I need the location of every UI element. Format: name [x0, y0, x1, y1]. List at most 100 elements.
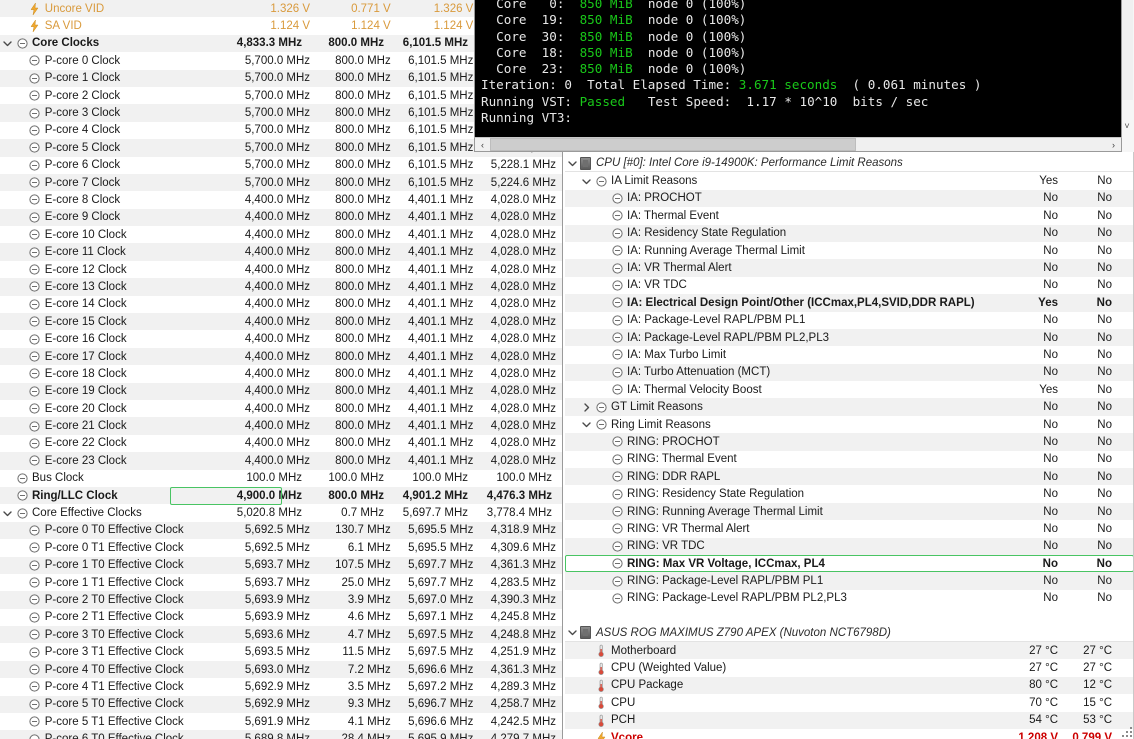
value-maximum: 4,401.1 MHz	[408, 367, 474, 380]
table-row[interactable]: RING: DDR RAPL No No	[565, 468, 1134, 486]
row-label: E-core 10 Clock	[44, 228, 127, 241]
scroll-right-arrow[interactable]: ›	[1106, 138, 1121, 151]
tree-twisty[interactable]	[579, 177, 594, 186]
table-row[interactable]: CPU 70 °C 15 °C	[565, 694, 1134, 712]
table-row[interactable]: IA: Electrical Design Point/Other (ICCma…	[565, 294, 1134, 312]
table-row[interactable]: E-core 19 Clock 4,400.0 MHz 800.0 MHz 4,401…	[0, 382, 562, 400]
table-row[interactable]: Vcore 1.208 V 0.799 V	[565, 728, 1134, 739]
table-row[interactable]: IA: Package-Level RAPL/PBM PL1 No No	[565, 311, 1134, 329]
table-row[interactable]: E-core 18 Clock 4,400.0 MHz 800.0 MHz 4,401…	[0, 365, 562, 383]
table-row[interactable]: E-core 20 Clock 4,400.0 MHz 800.0 MHz 4,401…	[0, 399, 562, 418]
table-row[interactable]: IA: Package-Level RAPL/PBM PL2,PL3 No No	[565, 328, 1134, 347]
table-row[interactable]: IA: Max Turbo Limit No No	[565, 346, 1134, 364]
table-row[interactable]: E-core 17 Clock 4,400.0 MHz 800.0 MHz 4,401…	[0, 347, 562, 366]
table-row[interactable]: P-core 2 T0 Effective Clock 5,693.9 MHz 3.…	[0, 591, 562, 609]
table-row[interactable]: RING: VR TDC No No	[565, 537, 1134, 555]
table-row[interactable]: P-core 4 T1 Effective Clock 5,692.9 MHz 3.…	[0, 678, 562, 696]
table-row[interactable]: Bus Clock 100.0 MHz 100.0 MHz 100.0 MHz 100.…	[0, 469, 562, 487]
table-row[interactable]: E-core 12 Clock 4,400.0 MHz 800.0 MHz 4,401…	[0, 260, 562, 279]
table-row[interactable]: CPU Package 80 °C 12 °C	[565, 676, 1134, 695]
console-scroll-thumb[interactable]	[490, 138, 856, 151]
table-row[interactable]: IA Limit Reasons Yes No	[565, 172, 1134, 190]
collapse-circle-icon	[611, 541, 623, 552]
table-row[interactable]: GT Limit Reasons No No	[565, 398, 1134, 416]
value-minimum: 130.7 MHz	[335, 524, 391, 537]
table-row[interactable]: Motherboard 27 °C 27 °C	[565, 641, 1134, 660]
table-row[interactable]: P-core 7 Clock 5,700.0 MHz 800.0 MHz 6,101.…	[0, 173, 562, 192]
table-row[interactable]: E-core 22 Clock 4,400.0 MHz 800.0 MHz 4,401…	[0, 434, 562, 453]
table-row[interactable]: E-core 15 Clock 4,400.0 MHz 800.0 MHz 4,401…	[0, 313, 562, 331]
table-row[interactable]: PCH 54 °C 53 °C	[565, 711, 1134, 729]
panel-divider[interactable]	[562, 150, 563, 739]
table-row[interactable]: IA: PROCHOT No No	[565, 189, 1134, 208]
table-row[interactable]: P-core 0 T0 Effective Clock 5,692.5 MHz 13…	[0, 521, 562, 540]
collapse-circle-icon	[611, 506, 623, 517]
table-row[interactable]: P-core 3 T0 Effective Clock 5,693.6 MHz 4.…	[0, 626, 562, 644]
table-row[interactable]: E-core 21 Clock 4,400.0 MHz 800.0 MHz 4,401…	[0, 417, 562, 435]
scroll-left-arrow[interactable]: ‹	[475, 138, 490, 151]
table-row[interactable]: P-core 6 T0 Effective Clock5,689.8 MHz28…	[0, 730, 562, 739]
resize-grip-icon[interactable]	[1121, 726, 1133, 738]
table-row[interactable]: Ring/LLC Clock 4,900.0 MHz 800.0 MHz 4,901.…	[0, 486, 562, 505]
table-row[interactable]: IA: Residency State Regulation No No	[565, 224, 1134, 242]
table-row[interactable]: IA: VR Thermal Alert No No	[565, 259, 1134, 277]
table-row[interactable]: RING: Running Average Thermal Limit No No	[565, 502, 1134, 521]
table-row[interactable]: P-core 2 T1 Effective Clock 5,693.9 MHz 4.…	[0, 608, 562, 627]
table-row[interactable]: IA: Thermal Event No No	[565, 207, 1134, 225]
tree-twisty[interactable]	[565, 159, 580, 168]
table-row[interactable]: RING: VR Thermal Alert No No	[565, 520, 1134, 538]
bolt-icon	[28, 2, 42, 15]
table-row[interactable]: RING: Thermal Event No No	[565, 450, 1134, 469]
value-minimum: 800.0 MHz	[335, 54, 391, 67]
value-maximum: 5,697.0 MHz	[408, 593, 474, 606]
sensor-bullet-icon	[28, 612, 42, 623]
section-header[interactable]: CPU [#0]: Intel Core i9-14900K: Performa…	[565, 155, 1134, 173]
tree-twisty[interactable]	[579, 402, 594, 412]
row-label: CPU Package	[611, 679, 684, 692]
table-row[interactable]: Ring Limit Reasons No No	[565, 415, 1134, 434]
table-row[interactable]: IA: Turbo Attenuation (MCT) No No	[565, 363, 1134, 382]
table-row[interactable]: Core Effective Clocks 5,020.8 MHz 0.7 MHz 5…	[0, 504, 562, 522]
table-row[interactable]: E-core 10 Clock 4,400.0 MHz 800.0 MHz 4,401…	[0, 226, 562, 244]
table-row[interactable]: RING: Package-Level RAPL/PBM PL1 No No	[565, 572, 1134, 590]
table-row[interactable]: CPU (Weighted Value) 27 °C 27 °C	[565, 659, 1134, 677]
table-row[interactable]: P-core 5 T0 Effective Clock 5,692.9 MHz 9.…	[0, 695, 562, 714]
section-header[interactable]: ASUS ROG MAXIMUS Z790 APEX (Nuvoton NCT6…	[565, 624, 1134, 642]
table-row[interactable]: IA: VR TDC No No	[565, 276, 1134, 295]
table-row[interactable]: RING: PROCHOT No No	[565, 433, 1134, 451]
sensor-bullet-icon	[15, 490, 29, 501]
table-row[interactable]: IA: Running Average Thermal Limit No No	[565, 241, 1134, 260]
table-row[interactable]: E-core 16 Clock 4,400.0 MHz 800.0 MHz 4,401…	[0, 330, 562, 348]
table-row[interactable]: RING: Max VR Voltage, ICCmax, PL4 No No	[565, 554, 1134, 573]
table-row[interactable]: RING: Residency State Regulation No No	[565, 485, 1134, 503]
console-scroll-track[interactable]	[490, 138, 1106, 151]
table-row[interactable]: P-core 1 T1 Effective Clock 5,693.7 MHz 25…	[0, 573, 562, 592]
memory-test-console[interactable]: Core 0: 850 MiB node 0 (100%) Core 19: 8…	[474, 0, 1122, 151]
tree-twisty[interactable]	[579, 420, 594, 429]
table-row[interactable]: E-core 23 Clock 4,400.0 MHz 800.0 MHz 4,401…	[0, 452, 562, 470]
table-row[interactable]: IA: Thermal Velocity Boost Yes No	[565, 381, 1134, 399]
tree-twisty[interactable]	[0, 509, 15, 518]
table-row[interactable]: P-core 3 T1 Effective Clock 5,693.5 MHz 11…	[0, 643, 562, 661]
table-row[interactable]: P-core 6 Clock 5,700.0 MHz 800.0 MHz 6,101.…	[0, 156, 562, 174]
tree-twisty[interactable]	[0, 39, 15, 48]
sensor-bullet-icon	[15, 38, 29, 49]
table-row[interactable]: E-core 11 Clock 4,400.0 MHz 800.0 MHz 4,401…	[0, 243, 562, 261]
tree-twisty[interactable]	[565, 628, 580, 637]
row-label: E-core 17 Clock	[44, 350, 127, 363]
table-row[interactable]: E-core 13 Clock 4,400.0 MHz 800.0 MHz 4,401…	[0, 278, 562, 296]
table-row[interactable]: E-core 8 Clock 4,400.0 MHz 800.0 MHz 4,401.…	[0, 191, 562, 209]
table-row[interactable]: P-core 0 T1 Effective Clock 5,692.5 MHz 6.…	[0, 539, 562, 557]
table-row[interactable]: P-core 4 T0 Effective Clock 5,693.0 MHz 7.…	[0, 660, 562, 679]
console-horizontal-scrollbar[interactable]: ‹ ›	[474, 137, 1122, 152]
table-row[interactable]: P-core 1 T0 Effective Clock 5,693.7 MHz 10…	[0, 556, 562, 574]
value-current: No	[1043, 522, 1058, 535]
table-row[interactable]: RING: Package-Level RAPL/PBM PL2,PL3 No No	[565, 589, 1134, 608]
sensor-tree-right[interactable]: CPU [#0]: Intel Core i9-14900K: Performa…	[565, 155, 1134, 739]
table-row[interactable]: E-core 14 Clock 4,400.0 MHz 800.0 MHz 4,401…	[0, 295, 562, 314]
collapse-circle-icon	[594, 419, 608, 430]
table-row[interactable]: P-core 5 T1 Effective Clock 5,691.9 MHz 4.…	[0, 713, 562, 731]
table-row[interactable]: E-core 9 Clock 4,400.0 MHz 800.0 MHz 4,401.…	[0, 208, 562, 227]
collapse-circle-icon	[610, 541, 624, 552]
value-maximum: 5,697.1 MHz	[408, 611, 474, 624]
